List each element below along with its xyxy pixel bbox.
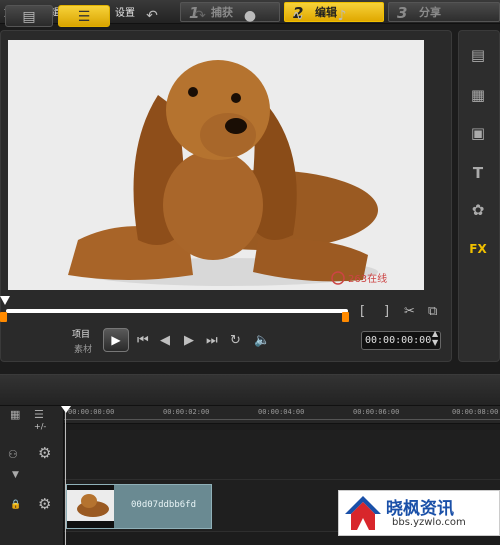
timeline-toolbar [0, 374, 500, 406]
step-capture-label: 捕获 [211, 6, 233, 19]
ruler-tick-1: 00:00:02:00 [163, 408, 210, 416]
step-share-label: 分享 [419, 6, 441, 19]
undo-icon[interactable]: ↶ [140, 5, 164, 27]
auto-music-icon[interactable]: ♪ [330, 5, 354, 27]
home-icon[interactable]: ⏮ [137, 333, 149, 349]
video-track-icon: ⚇ [8, 448, 18, 461]
filter-fx-icon[interactable]: FX [463, 236, 493, 262]
timecode-field[interactable]: 00:00:00:00 [361, 331, 441, 350]
show-all-tracks-icon[interactable]: ▦ [10, 408, 20, 421]
next-frame-icon[interactable]: ▶ [184, 333, 194, 349]
site-watermark-url: bbs.yzwlo.com [392, 517, 466, 528]
ruler-tick-2: 00:00:04:00 [258, 408, 305, 416]
timecode-stepper-icon[interactable]: ▲ ▼ [432, 329, 438, 347]
ruler-tick-4: 00:00:08:00 [452, 408, 499, 416]
timeline-view-button[interactable]: ☰ [58, 5, 110, 27]
lock-icon[interactable]: 🔒 [10, 500, 21, 510]
preview-window: 263在线 [8, 40, 424, 290]
storyboard-view-button[interactable]: ▤ [5, 5, 53, 27]
redo-icon[interactable]: ↷ [188, 5, 212, 27]
track-manager-icon[interactable]: ☰ [34, 408, 44, 421]
repeat-icon[interactable]: ↻ [230, 333, 241, 349]
record-capture-icon[interactable]: ● [238, 5, 262, 27]
mark-out-handle[interactable] [342, 312, 349, 322]
library-tools [458, 30, 500, 362]
timeline-playhead-handle[interactable] [61, 406, 71, 413]
play-button[interactable]: ▶ [103, 328, 129, 352]
mark-in-handle[interactable] [0, 312, 7, 322]
photo-watermark: 263在线 [348, 272, 387, 285]
ruler-baseline [64, 419, 500, 420]
scrubber-playhead[interactable] [0, 296, 10, 305]
track-visibility-icon[interactable]: ⚙ [38, 444, 51, 462]
mode-clip[interactable]: 素材 [74, 342, 92, 355]
ruler-tick-3: 00:00:06:00 [353, 408, 400, 416]
end-icon[interactable]: ⏭ [206, 333, 218, 349]
sound-mixer-icon[interactable]: ∿ [286, 5, 310, 27]
scrubber-track[interactable] [6, 309, 348, 313]
zoom-control[interactable]: +/- [34, 422, 46, 431]
site-watermark-title: 晓枫资讯 [386, 499, 454, 519]
scissors-icon[interactable]: ✂ [404, 304, 415, 320]
dog-photo: 263在线 [8, 40, 424, 290]
overlay-track-icon[interactable]: ⚙ [38, 495, 51, 513]
menu-settings[interactable]: 设置 [115, 4, 135, 19]
clip-thumbnail [67, 485, 114, 528]
mark-in-button[interactable]: [ [360, 304, 365, 320]
site-logo-icon [345, 496, 381, 530]
graphics-icon[interactable]: ✿ [463, 197, 493, 223]
clip-name: 00d07ddbb6fd [131, 500, 197, 510]
track-header-column [0, 406, 64, 545]
step-share-number: 3 [397, 4, 408, 22]
text-icon[interactable]: T [463, 160, 493, 186]
media-icon[interactable]: ▤ [463, 42, 493, 68]
mark-out-button[interactable]: ] [384, 304, 389, 320]
title-ab-icon[interactable]: ▣ [463, 120, 493, 146]
track-expand-icon[interactable]: ▼ [12, 470, 19, 480]
transition-icon[interactable]: ▦ [463, 82, 493, 108]
step-share[interactable]: 3 分享 [388, 2, 500, 22]
enlarge-icon[interactable]: ⧉ [428, 304, 437, 320]
video-track[interactable] [64, 430, 500, 480]
volume-icon[interactable]: 🔈 [254, 333, 270, 349]
previous-frame-icon[interactable]: ◀ [160, 333, 170, 349]
mode-project[interactable]: 项目 [72, 327, 90, 340]
ruler-tick-0: 00:00:00:00 [68, 408, 115, 416]
